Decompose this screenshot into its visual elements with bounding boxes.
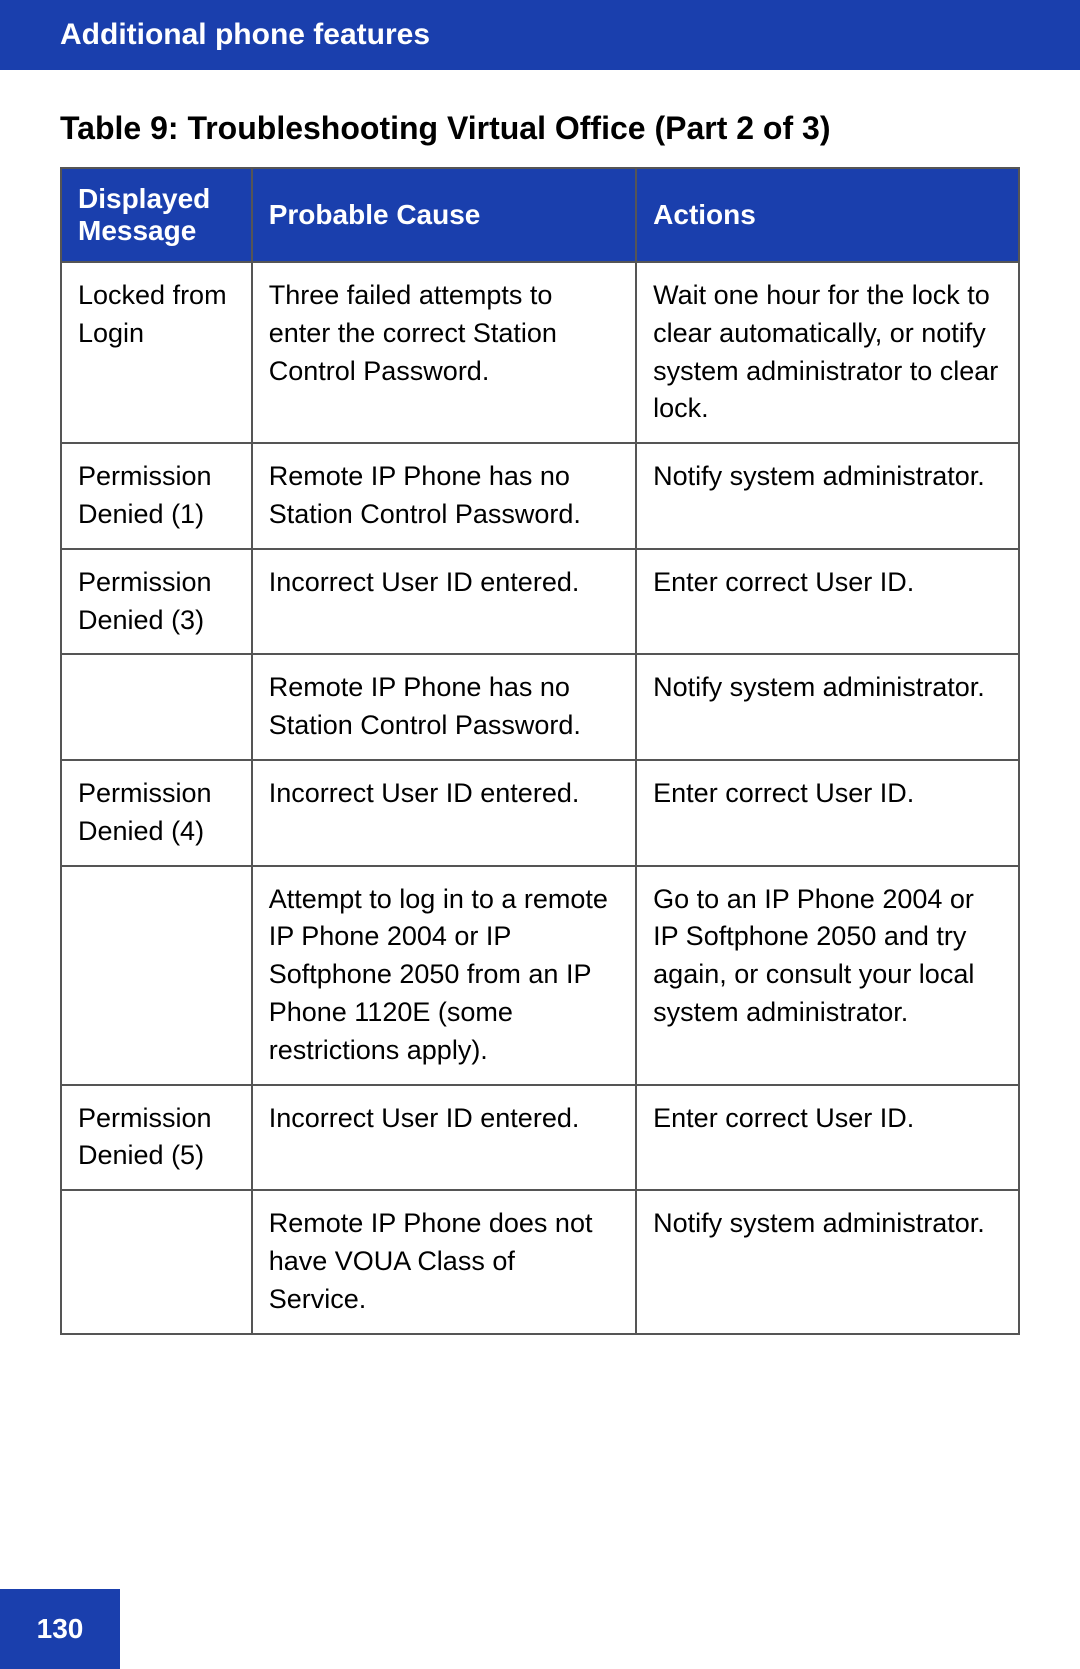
cell-cause: Remote IP Phone does not have VOUA Class… [252,1190,636,1333]
cell-action: Enter correct User ID. [636,549,1019,655]
troubleshooting-table: Displayed Message Probable Cause Actions… [60,167,1020,1335]
cell-message: Permission Denied (5) [61,1085,252,1191]
cell-action: Notify system administrator. [636,654,1019,760]
cell-cause: Incorrect User ID entered. [252,760,636,866]
cell-action: Notify system administrator. [636,443,1019,549]
cell-cause: Remote IP Phone has no Station Control P… [252,443,636,549]
cell-message [61,1190,252,1333]
cell-message: Permission Denied (4) [61,760,252,866]
table-row: Permission Denied (1) Remote IP Phone ha… [61,443,1019,549]
table-row: Remote IP Phone does not have VOUA Class… [61,1190,1019,1333]
table-row: Attempt to log in to a remote IP Phone 2… [61,866,1019,1085]
cell-cause: Three failed attempts to enter the corre… [252,262,636,443]
cell-cause: Remote IP Phone has no Station Control P… [252,654,636,760]
col-probable-cause: Probable Cause [252,168,636,262]
table-title: Table 9: Troubleshooting Virtual Office … [60,110,1020,147]
cell-message: Locked from Login [61,262,252,443]
col-displayed-message: Displayed Message [61,168,252,262]
cell-action: Wait one hour for the lock to clear auto… [636,262,1019,443]
cell-action: Enter correct User ID. [636,760,1019,866]
table-row: Permission Denied (3) Incorrect User ID … [61,549,1019,655]
cell-action: Enter correct User ID. [636,1085,1019,1191]
table-row: Permission Denied (4) Incorrect User ID … [61,760,1019,866]
header-bar: Additional phone features [0,0,1080,70]
table-row: Permission Denied (5) Incorrect User ID … [61,1085,1019,1191]
cell-cause: Incorrect User ID entered. [252,1085,636,1191]
cell-cause: Incorrect User ID entered. [252,549,636,655]
cell-action: Notify system administrator. [636,1190,1019,1333]
table-header-row: Displayed Message Probable Cause Actions [61,168,1019,262]
cell-action: Go to an IP Phone 2004 or IP Softphone 2… [636,866,1019,1085]
cell-cause: Attempt to log in to a remote IP Phone 2… [252,866,636,1085]
page-content: Table 9: Troubleshooting Virtual Office … [0,70,1080,1395]
cell-message: Permission Denied (1) [61,443,252,549]
col-actions: Actions [636,168,1019,262]
footer-bar: 130 [0,1589,120,1669]
table-row: Locked from Login Three failed attempts … [61,262,1019,443]
cell-message [61,866,252,1085]
table-row: Remote IP Phone has no Station Control P… [61,654,1019,760]
page-number: 130 [37,1613,84,1645]
header-title: Additional phone features [60,18,430,51]
cell-message [61,654,252,760]
cell-message: Permission Denied (3) [61,549,252,655]
